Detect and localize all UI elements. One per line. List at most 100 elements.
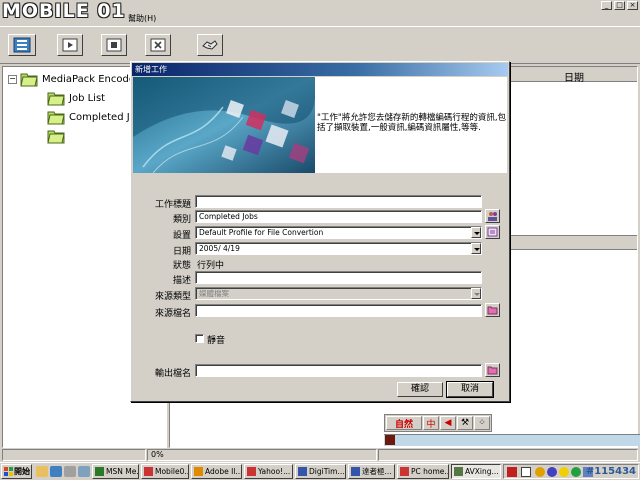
status-progress: 0% xyxy=(147,449,377,461)
minimize-button[interactable]: _ xyxy=(601,1,612,10)
task-dazhe[interactable]: 達者極... xyxy=(348,464,395,479)
settings-value: Default Profile for File Convertion xyxy=(199,228,324,237)
category-browse-button[interactable] xyxy=(485,209,500,223)
window-icon xyxy=(298,467,307,476)
msn-icon xyxy=(95,467,104,476)
mute-checkbox[interactable] xyxy=(195,334,204,343)
task-pchome[interactable]: PC home... xyxy=(397,464,449,479)
column-date[interactable]: 日期 xyxy=(564,69,584,84)
tray-app-icon[interactable] xyxy=(535,467,545,477)
output-browse-button[interactable] xyxy=(485,363,500,377)
task-label: Yahoo!... xyxy=(258,467,291,476)
folder-icon xyxy=(47,111,65,125)
new-job-dialog: 新增工作 "工作"將允許您去儲存新的轉檔編碼行程的資訊,包括了擷取裝置,一般資訊… xyxy=(130,61,510,402)
output-file-input[interactable] xyxy=(195,364,482,377)
taskbar: 開始 MSN Me... Mobile0... Adobe Il... Yaho… xyxy=(0,462,640,480)
dialog-description: "工作"將允許您去儲存新的轉檔編碼行程的資訊,包括了擷取裝置,一般資訊,編碼資訊… xyxy=(317,113,507,133)
source-type-label: 來源類型 xyxy=(154,292,191,302)
start-label: 開始 xyxy=(14,467,30,476)
tray-app-icon[interactable] xyxy=(547,467,557,477)
tree-root[interactable]: − MediaPack Encoder xyxy=(8,71,139,87)
toolbar xyxy=(0,26,640,64)
description-label: 描述 xyxy=(172,276,191,286)
menu-bar: 幫助(H) xyxy=(0,12,640,24)
ime-keyboard[interactable]: ⁘ xyxy=(474,416,490,430)
task-digitimes[interactable]: DigiTim... xyxy=(295,464,346,479)
job-title-input[interactable] xyxy=(195,195,482,208)
window-controls: _ □ × xyxy=(601,1,638,10)
mute-label: 靜音 xyxy=(207,336,226,346)
source-file-label: 來源檔名 xyxy=(154,309,191,319)
handshake-icon xyxy=(202,40,218,50)
status-value: 行列中 xyxy=(197,261,225,271)
tree-item-label: Job List xyxy=(69,92,106,104)
quicklaunch-folder-icon[interactable] xyxy=(36,466,48,477)
settings-edit-button[interactable] xyxy=(485,225,500,239)
status-bar: 0% xyxy=(0,449,640,461)
stop-button[interactable] xyxy=(101,34,127,56)
ime-tool[interactable]: ⚒ xyxy=(457,416,473,430)
quicklaunch-ie-icon[interactable] xyxy=(50,466,62,477)
task-adobe[interactable]: Adobe Il... xyxy=(191,464,242,479)
handshake-button[interactable] xyxy=(197,34,223,56)
status-panel-right xyxy=(378,449,638,461)
tray-msn-icon[interactable] xyxy=(571,467,581,477)
ok-button[interactable]: 確認 xyxy=(397,382,443,397)
delete-icon xyxy=(150,38,166,52)
date-picker[interactable]: 2005/ 4/19 xyxy=(195,242,482,255)
job-title-label: 工作標題 xyxy=(154,200,191,210)
ime-chinese[interactable]: 中 xyxy=(423,416,439,430)
output-file-label: 輸出檔名 xyxy=(154,369,191,379)
quicklaunch-media-icon[interactable] xyxy=(78,466,90,477)
chevron-down-icon[interactable] xyxy=(471,243,481,254)
task-avxing[interactable]: AVXing... xyxy=(451,464,501,479)
start-button[interactable] xyxy=(57,34,83,56)
browser-icon xyxy=(247,467,256,476)
maximize-button[interactable]: □ xyxy=(614,1,625,10)
task-label: Mobile0... xyxy=(155,467,189,476)
status-label: 狀態 xyxy=(172,261,191,271)
task-label: DigiTim... xyxy=(309,467,345,476)
open-folder-icon xyxy=(487,306,498,315)
tree-item-new[interactable] xyxy=(47,128,69,144)
source-type-select: 媒體檔案 xyxy=(195,287,482,300)
dialog-title: 新增工作 xyxy=(132,63,508,76)
ime-strip xyxy=(384,434,640,446)
adobe-icon xyxy=(194,467,203,476)
ime-mode[interactable]: 自然 xyxy=(386,416,422,430)
task-label: MSN Me... xyxy=(106,467,139,476)
tray-ime-icon[interactable] xyxy=(507,467,517,477)
source-type-value: 媒體檔案 xyxy=(199,289,229,298)
close-button[interactable]: × xyxy=(627,1,638,10)
date-value: 2005/ 4/19 xyxy=(199,244,240,253)
chevron-down-icon xyxy=(471,288,481,299)
cancel-button[interactable]: 取消 xyxy=(446,381,494,398)
task-yahoo[interactable]: Yahoo!... xyxy=(244,464,293,479)
ime-shape[interactable]: ◀ xyxy=(440,416,456,430)
collapse-icon[interactable]: − xyxy=(8,74,17,84)
start-button[interactable]: 開始 xyxy=(1,464,32,479)
banner-art-image xyxy=(133,77,315,173)
delete-button[interactable] xyxy=(145,34,171,56)
browser-icon xyxy=(400,467,409,476)
ime-color-square xyxy=(385,435,395,445)
quicklaunch-desktop-icon[interactable] xyxy=(64,466,76,477)
task-mobile01[interactable]: Mobile0... xyxy=(141,464,189,479)
chevron-down-icon[interactable] xyxy=(471,227,481,238)
profile-edit-icon xyxy=(487,227,498,237)
tray-smiley-icon[interactable] xyxy=(559,467,569,477)
tree-root-label: MediaPack Encoder xyxy=(42,73,140,85)
tray-help-icon[interactable] xyxy=(521,467,531,477)
tree-item-job-list[interactable]: Job List xyxy=(47,90,105,106)
source-file-input[interactable] xyxy=(195,304,482,317)
category-input[interactable]: Completed Jobs xyxy=(195,210,482,223)
play-icon xyxy=(62,38,78,52)
folder-icon xyxy=(47,92,65,106)
menu-help[interactable]: 幫助(H) xyxy=(128,13,156,24)
description-input[interactable] xyxy=(195,271,482,284)
task-msn[interactable]: MSN Me... xyxy=(92,464,139,479)
task-label: AVXing... xyxy=(465,467,499,476)
settings-select[interactable]: Default Profile for File Convertion xyxy=(195,226,482,239)
new-job-button[interactable] xyxy=(8,34,36,56)
source-browse-button[interactable] xyxy=(485,303,500,317)
